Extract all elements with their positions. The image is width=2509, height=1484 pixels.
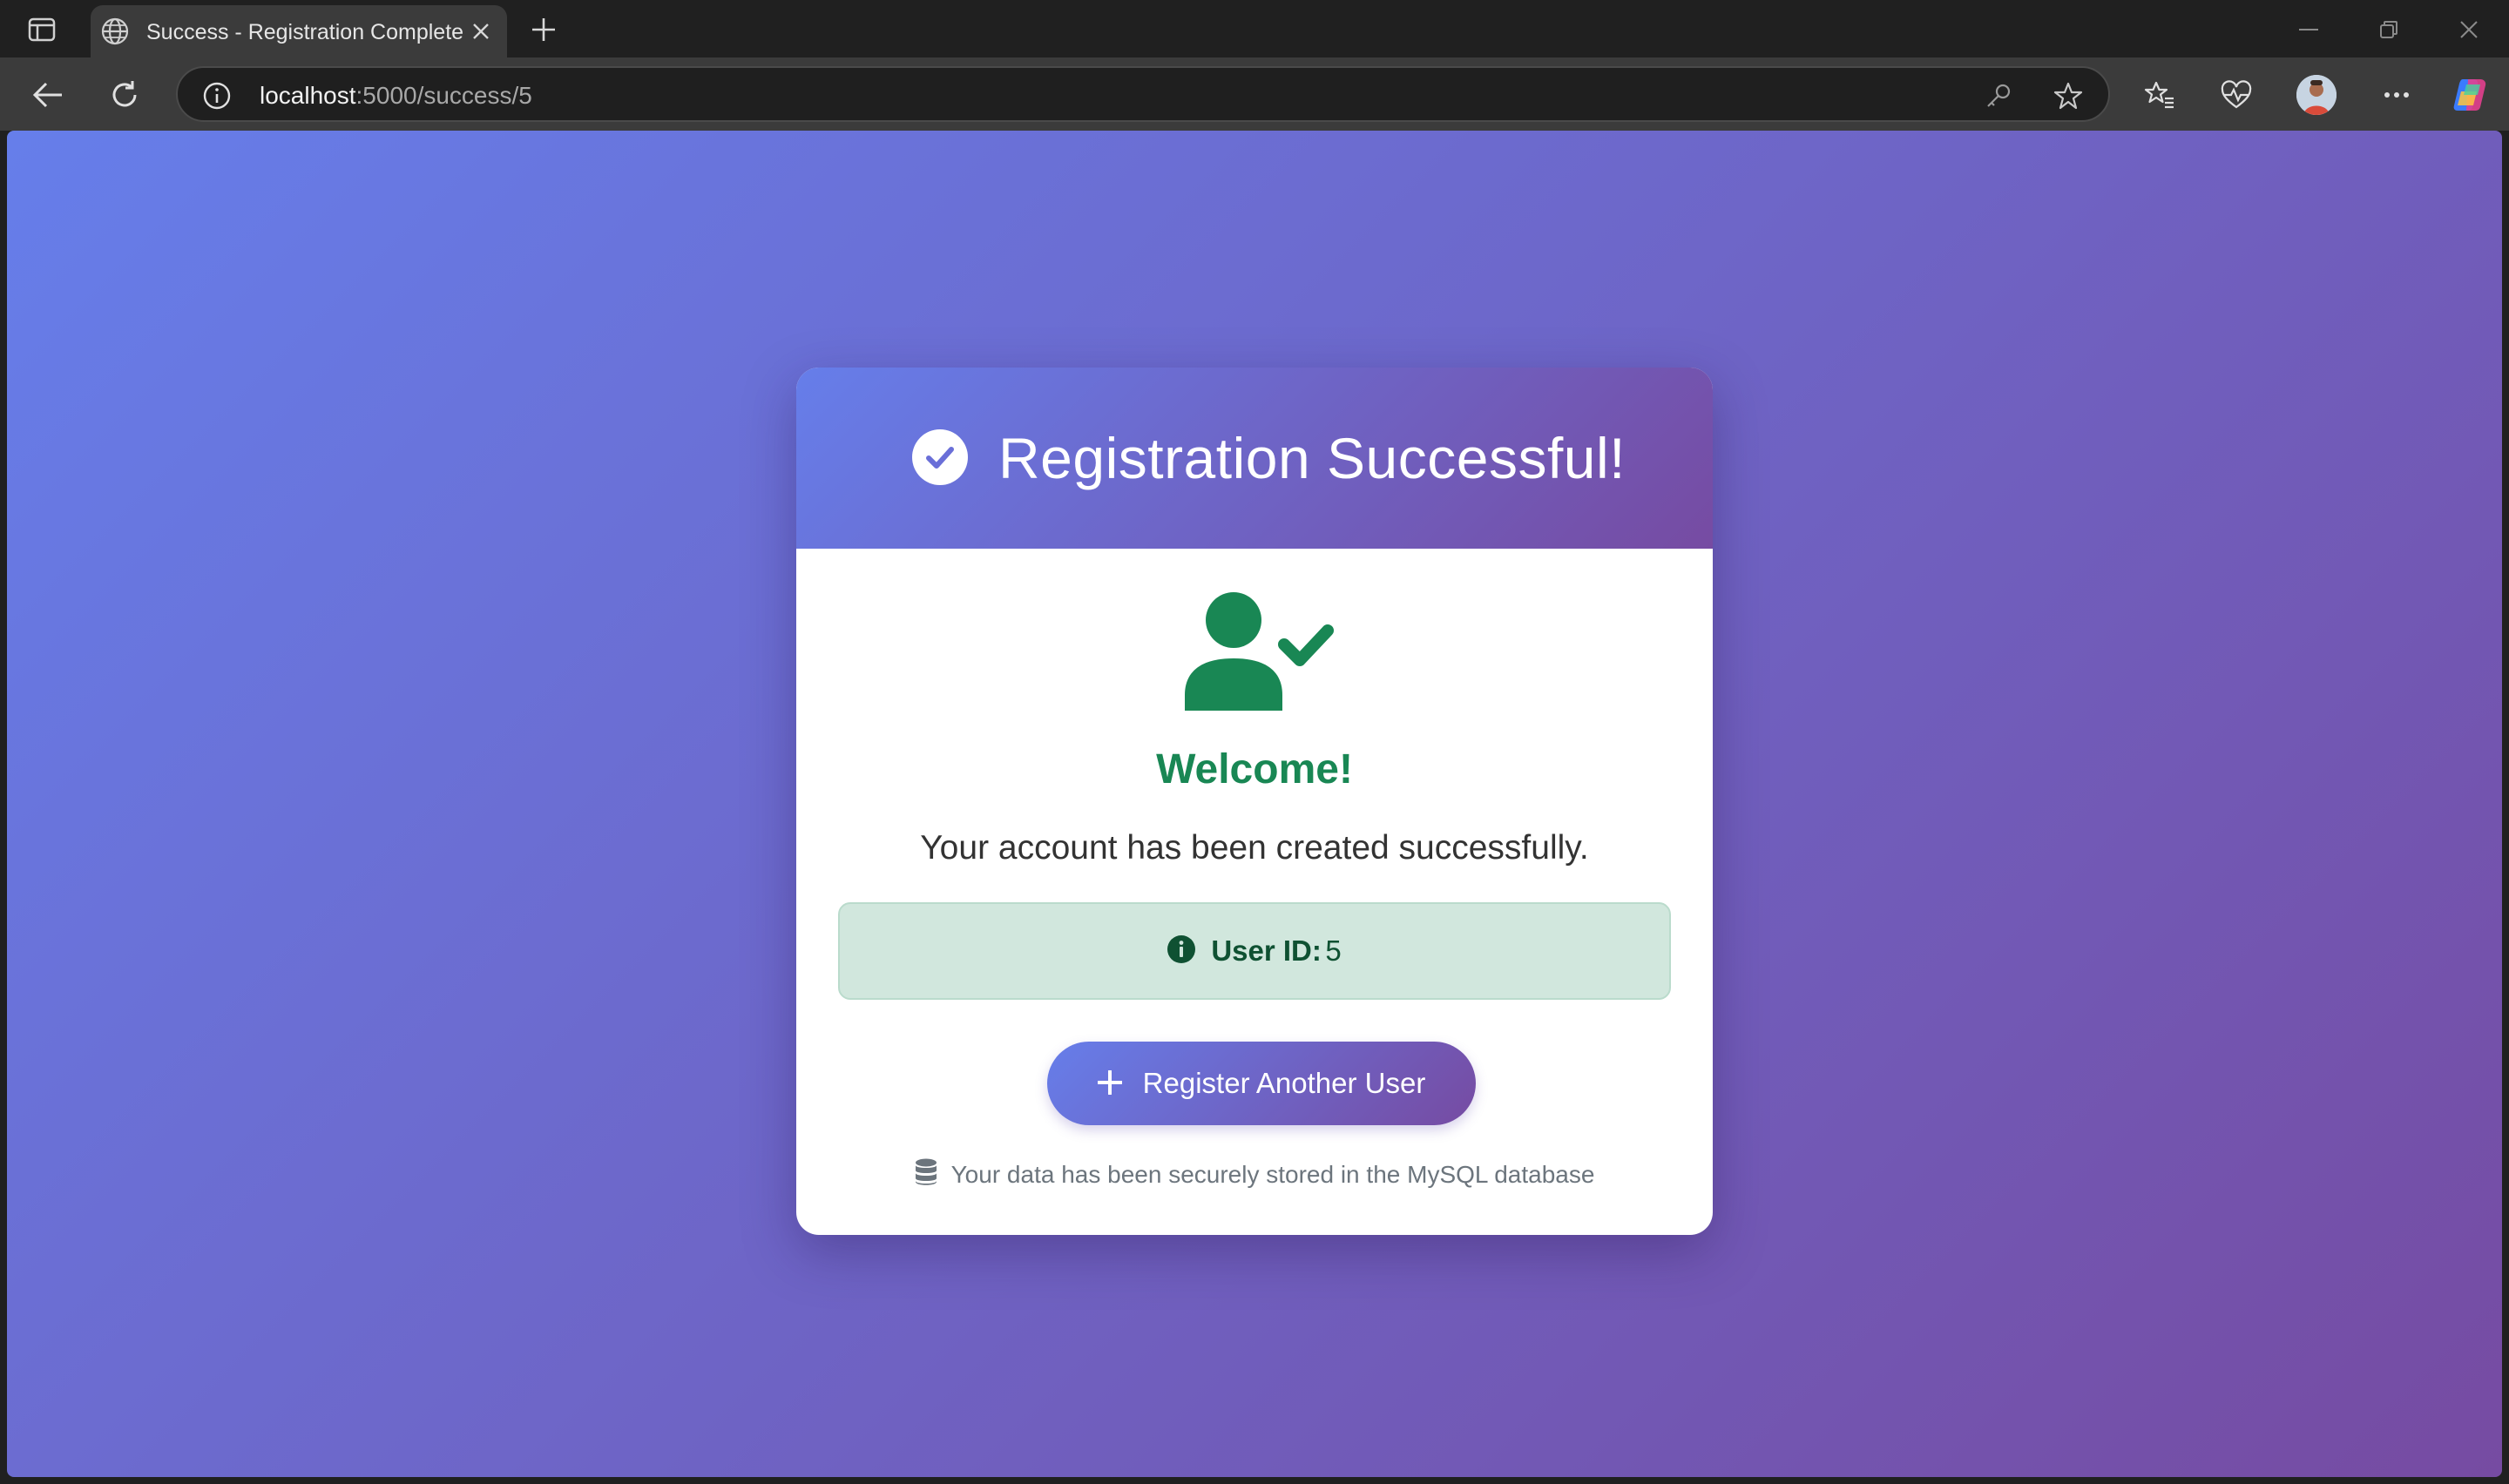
register-another-user-button[interactable]: Register Another User [1047,1042,1476,1125]
globe-icon [99,16,131,47]
minimize-icon[interactable] [2282,10,2335,49]
window-close-icon[interactable] [2443,10,2495,49]
more-icon[interactable] [2377,75,2417,115]
user-id-alert: User ID: 5 [838,902,1671,1000]
close-icon[interactable] [467,17,495,45]
url-path: :5000/success/5 [355,82,532,109]
restore-icon[interactable] [2363,10,2415,49]
back-arrow-icon[interactable] [26,73,70,117]
address-bar[interactable]: localhost:5000/success/5 [176,66,2110,122]
database-icon [915,1158,937,1191]
page-viewport: Registration Successful! Welcome! Your a… [7,131,2502,1477]
storage-footnote: Your data has been securely stored in th… [796,1158,1713,1191]
avatar[interactable] [2296,75,2337,115]
url-host: localhost [260,82,356,109]
star-icon[interactable] [2053,80,2084,111]
success-message: Your account has been created successful… [920,829,1589,867]
info-circle-icon [1167,934,1196,968]
tab-title: Success - Registration Complete [146,20,464,44]
sidebar-toggle-icon[interactable] [24,15,59,44]
copilot-icon[interactable] [2450,75,2490,115]
browser-tab[interactable]: Success - Registration Complete [91,5,507,57]
plus-icon[interactable] [526,12,561,47]
check-circle-icon [911,428,969,486]
register-button-label: Register Another User [1142,1067,1426,1099]
key-icon[interactable] [1983,80,2014,111]
info-icon[interactable] [202,81,232,111]
browser-toolbar: localhost:5000/success/5 [0,57,2509,131]
refresh-icon[interactable] [103,73,146,117]
plus-icon [1096,1069,1123,1097]
user-id-value: 5 [1325,934,1342,967]
user-check-icon [1180,590,1336,712]
card-header: Registration Successful! [796,368,1713,549]
user-id-label: User ID: [1211,934,1322,967]
welcome-heading: Welcome! [1156,746,1353,793]
page-title: Registration Successful! [998,426,1626,490]
url-text[interactable]: localhost:5000/success/5 [260,82,532,110]
browser-titlebar: Success - Registration Complete [0,0,2509,57]
favorites-icon[interactable] [2140,75,2180,115]
footnote-text: Your data has been securely stored in th… [950,1160,1595,1188]
heartbeat-icon[interactable] [2216,75,2256,115]
success-card: Registration Successful! Welcome! Your a… [796,368,1713,1235]
